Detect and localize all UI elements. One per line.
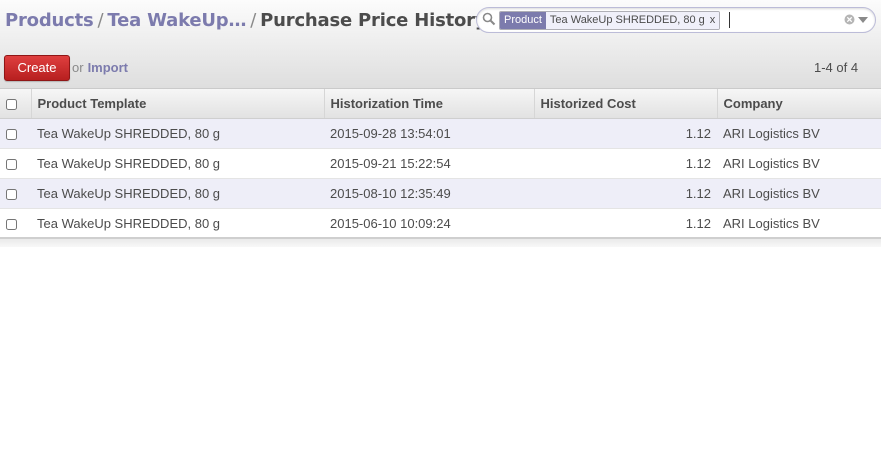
clear-search-icon[interactable] (844, 14, 855, 25)
facet-value: Tea WakeUp SHREDDED, 80 g x (545, 12, 720, 29)
page-title: Purchase Price History (260, 10, 487, 31)
cell-historized-cost[interactable]: 1.12 (534, 178, 717, 209)
select-all-checkbox[interactable] (6, 99, 17, 111)
row-checkbox[interactable] (6, 129, 17, 141)
cell-historized-cost[interactable]: 1.12 (534, 118, 717, 149)
search-input[interactable] (729, 12, 844, 28)
table-header-row: Product Template Historization Time Hist… (0, 89, 881, 119)
breadcrumb-separator: / (250, 10, 257, 31)
search-drawer-toggle-icon[interactable] (858, 17, 868, 23)
breadcrumb-product-link[interactable]: Tea WakeUp… (107, 10, 246, 31)
facet-category: Product (500, 12, 546, 29)
cell-product-template[interactable]: Tea WakeUp SHREDDED, 80 g (31, 208, 324, 239)
cell-company[interactable]: ARI Logistics BV (717, 178, 881, 209)
table-row[interactable]: Tea WakeUp SHREDDED, 80 g 2015-06-10 10:… (0, 208, 881, 239)
search-facet: Product Tea WakeUp SHREDDED, 80 g x (499, 11, 721, 30)
table-row[interactable]: Tea WakeUp SHREDDED, 80 g 2015-09-28 13:… (0, 118, 881, 149)
search-bar[interactable]: Product Tea WakeUp SHREDDED, 80 g x (476, 7, 876, 33)
search-icon[interactable] (482, 12, 496, 26)
pager[interactable]: 1-4 of 4 (814, 60, 858, 75)
table-footer-divider (0, 237, 881, 247)
row-select-cell[interactable] (0, 208, 31, 239)
breadcrumb-separator: / (97, 10, 104, 31)
row-checkbox[interactable] (6, 219, 17, 231)
column-header-product-template[interactable]: Product Template (31, 89, 325, 119)
import-button[interactable]: Import (88, 60, 128, 75)
table-row[interactable]: Tea WakeUp SHREDDED, 80 g 2015-08-10 12:… (0, 178, 881, 209)
cell-historization-time[interactable]: 2015-09-28 13:54:01 (324, 118, 534, 149)
cell-historization-time[interactable]: 2015-09-21 15:22:54 (324, 148, 534, 179)
column-header-historized-cost[interactable]: Historized Cost (534, 89, 718, 119)
or-label: or (72, 60, 84, 75)
facet-remove-button[interactable]: x (710, 14, 716, 26)
facet-value-text: Tea WakeUp SHREDDED, 80 g (549, 14, 705, 26)
row-checkbox[interactable] (6, 159, 17, 171)
cell-historized-cost[interactable]: 1.12 (534, 208, 717, 239)
cell-company[interactable]: ARI Logistics BV (717, 208, 881, 239)
list-view-table: Product Template Historization Time Hist… (0, 89, 881, 239)
table-row[interactable]: Tea WakeUp SHREDDED, 80 g 2015-09-21 15:… (0, 148, 881, 179)
cell-historized-cost[interactable]: 1.12 (534, 148, 717, 179)
breadcrumb: Products / Tea WakeUp… / Purchase Price Hist… (5, 10, 487, 31)
control-panel: Products / Tea WakeUp… / Purchase Price Hist… (0, 0, 881, 89)
cell-company[interactable]: ARI Logistics BV (717, 148, 881, 179)
cell-historization-time[interactable]: 2015-06-10 10:09:24 (324, 208, 534, 239)
import-prompt: or Import (72, 60, 128, 75)
cell-historization-time[interactable]: 2015-08-10 12:35:49 (324, 178, 534, 209)
row-select-cell[interactable] (0, 148, 31, 179)
column-header-historization-time[interactable]: Historization Time (324, 89, 535, 119)
breadcrumb-products-link[interactable]: Products (5, 10, 94, 31)
cell-company[interactable]: ARI Logistics BV (717, 118, 881, 149)
cell-product-template[interactable]: Tea WakeUp SHREDDED, 80 g (31, 148, 324, 179)
cell-product-template[interactable]: Tea WakeUp SHREDDED, 80 g (31, 178, 324, 209)
column-header-company[interactable]: Company (717, 89, 881, 119)
row-select-cell[interactable] (0, 118, 31, 149)
select-all-cell[interactable] (0, 89, 32, 119)
row-select-cell[interactable] (0, 178, 31, 209)
row-checkbox[interactable] (6, 189, 17, 201)
create-button[interactable]: Create (4, 55, 70, 81)
cell-product-template[interactable]: Tea WakeUp SHREDDED, 80 g (31, 118, 324, 149)
